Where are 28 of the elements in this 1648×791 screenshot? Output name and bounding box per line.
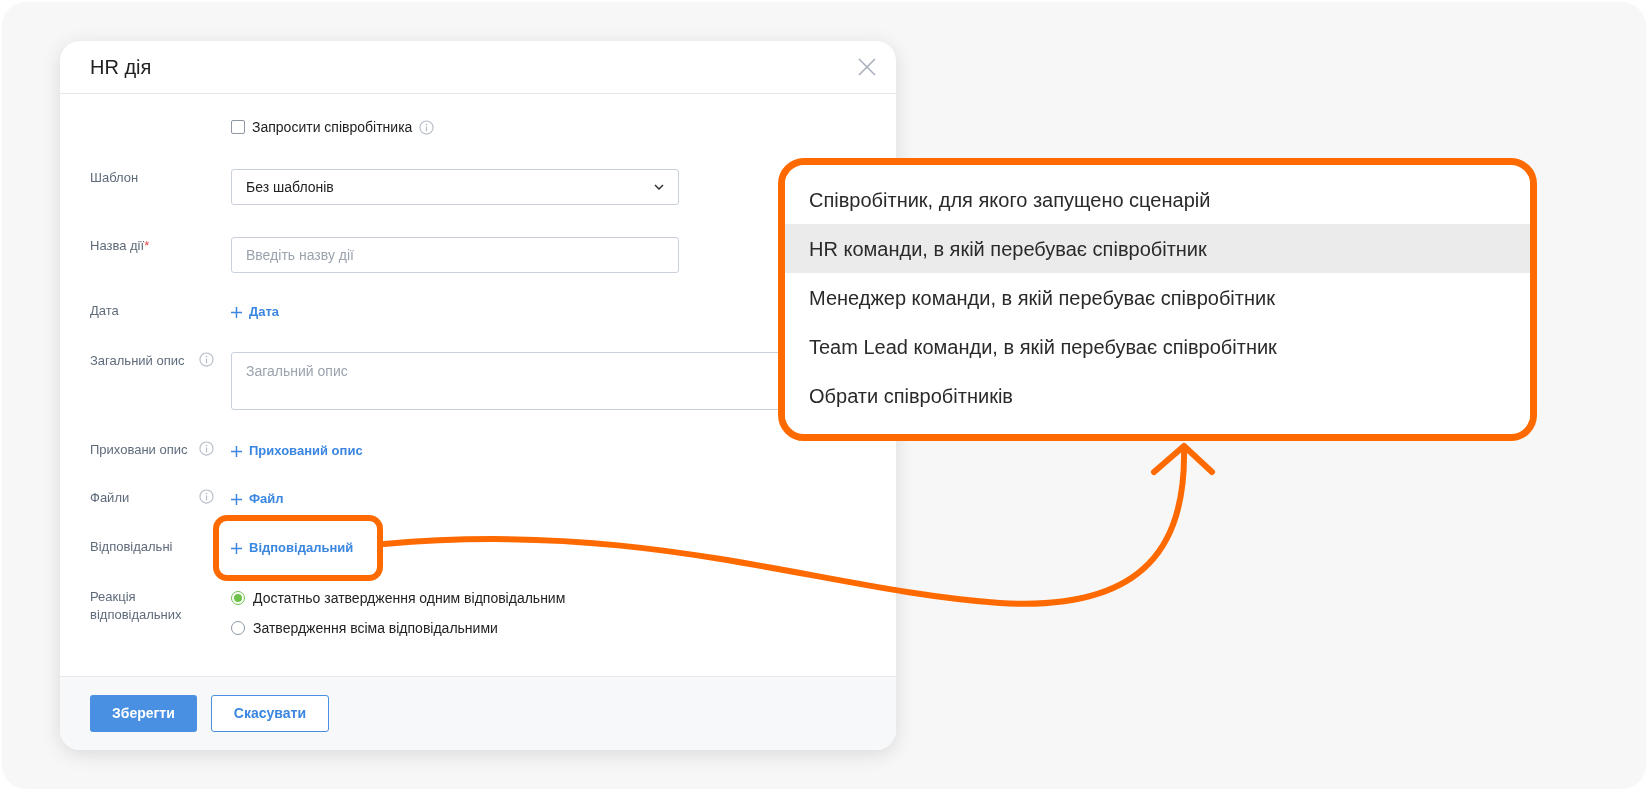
field-label: Загальний опис — [90, 352, 186, 370]
add-link[interactable]: Файл — [231, 489, 284, 509]
dialog-title: HR дія — [90, 55, 152, 80]
name-input-field[interactable]: Введіть назву дії — [231, 237, 679, 273]
field-label: Відповідальні — [90, 538, 174, 556]
close-button[interactable] — [856, 56, 878, 78]
add-link[interactable]: Відповідальний — [231, 538, 354, 558]
add-link[interactable]: Дата — [231, 302, 280, 322]
field-label: Реакція відповідальних — [90, 588, 183, 624]
plus-icon — [231, 493, 242, 505]
checkbox[interactable] — [231, 120, 245, 134]
close-icon — [858, 58, 876, 76]
field-label: Приховани опис — [90, 441, 189, 459]
field-label: Шаблон — [90, 169, 140, 187]
plus-icon — [231, 306, 242, 318]
option-item[interactable]: HR команди, в якій перебуває співробітник — [785, 224, 1530, 273]
plus-icon — [231, 445, 242, 457]
radio-label: Затвердження всіма відповідальними — [253, 618, 498, 638]
field-label: Файли — [90, 489, 131, 507]
field-label: Назва дії* — [90, 237, 151, 255]
template-select[interactable]: Без шаблонів — [231, 169, 679, 205]
cancel-button[interactable]: Скасувати — [210, 695, 329, 732]
chevron-down-icon — [654, 184, 664, 190]
checkbox-label: Запросити співробітника — [252, 117, 413, 137]
radio-label: Достатньо затвердження одним відповідальним — [253, 588, 566, 608]
field-label: Дата — [90, 302, 120, 320]
plus-icon — [231, 542, 242, 554]
add-link[interactable]: Прихований опис — [231, 441, 363, 461]
